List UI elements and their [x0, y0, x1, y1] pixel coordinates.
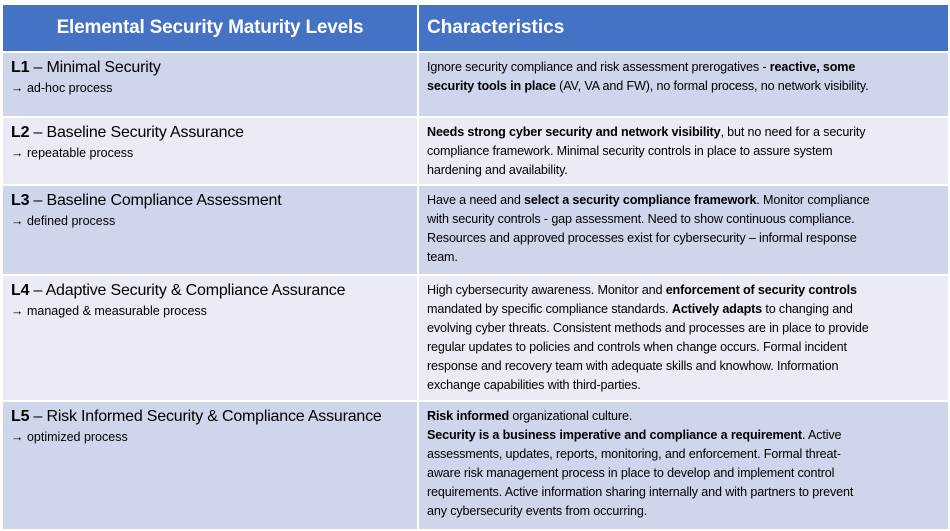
characteristics-emphasis: security tools in place [427, 79, 556, 93]
characteristics-text: hardening and availability. [427, 163, 568, 177]
characteristics-text: requirements. Active information sharing… [427, 485, 854, 499]
characteristics-text: mandated by specific compliance standard… [427, 302, 672, 316]
characteristics-text: response and recovery team with adequate… [427, 359, 839, 373]
characteristics-line: security tools in place (AV, VA and FW),… [427, 77, 941, 96]
characteristics-text: with security controls - gap assessment.… [427, 212, 855, 226]
characteristics-emphasis: Security is a business imperative and co… [427, 428, 802, 442]
characteristics-cell: Ignore security compliance and risk asse… [417, 51, 950, 118]
table-header-row: Elemental Security Maturity Levels Chara… [1, 3, 950, 53]
header-levels: Elemental Security Maturity Levels [1, 3, 419, 53]
characteristics-line: Ignore security compliance and risk asse… [427, 58, 941, 77]
level-name: – Baseline Security Assurance [29, 124, 245, 141]
characteristics-text: Ignore security compliance and risk asse… [427, 60, 770, 74]
characteristics-text: exchange capabilities with third-parties… [427, 378, 641, 392]
maturity-levels-table: Elemental Security Maturity Levels Chara… [1, 3, 950, 531]
characteristics-cell: Needs strong cyber security and network … [417, 116, 950, 186]
characteristics-emphasis: enforcement of security controls [665, 283, 857, 297]
characteristics-text: . Monitor compliance [756, 193, 870, 207]
characteristics-line: any cybersecurity events from occurring. [427, 502, 941, 521]
level-cell: L4 – Adaptive Security & Compliance Assu… [1, 274, 419, 402]
characteristics-cell: Have a need and select a security compli… [417, 184, 950, 276]
characteristics-line: High cybersecurity awareness. Monitor an… [427, 281, 941, 300]
level-process: → defined process [11, 214, 116, 228]
level-code: L1 [11, 59, 30, 76]
level-title: L3 – Baseline Compliance Assessment [11, 190, 409, 212]
level-title: L2 – Baseline Security Assurance [11, 122, 409, 144]
characteristics-line: compliance framework. Minimal security c… [427, 142, 941, 161]
table-row-l3: L3 – Baseline Compliance Assessment → de… [1, 184, 950, 276]
level-cell: L1 – Minimal Security → ad-hoc process [1, 51, 419, 118]
table-row-l4: L4 – Adaptive Security & Compliance Assu… [1, 274, 950, 402]
table-row-l2: L2 – Baseline Security Assurance → repea… [1, 116, 950, 186]
level-code: L4 [11, 282, 30, 299]
characteristics-line: Needs strong cyber security and network … [427, 123, 941, 142]
header-characteristics: Characteristics [417, 3, 950, 53]
characteristics-line: mandated by specific compliance standard… [427, 300, 941, 319]
level-title: L5 – Risk Informed Security & Compliance… [11, 406, 409, 428]
characteristics-text: , but no need for a security [720, 125, 866, 139]
characteristics-text: team. [427, 250, 458, 264]
level-code: L2 [11, 124, 30, 141]
characteristics-emphasis: reactive, some [769, 60, 856, 74]
table-row-l5: L5 – Risk Informed Security & Compliance… [1, 400, 950, 531]
characteristics-line: team. [427, 248, 941, 267]
table-row-l1: L1 – Minimal Security → ad-hoc process I… [1, 51, 950, 118]
characteristics-cell: Risk informed organizational culture. Sec… [417, 400, 950, 531]
level-process: → optimized process [11, 430, 128, 444]
level-name: – Adaptive Security & Compliance Assuran… [29, 282, 346, 299]
characteristics-line: regular updates to policies and controls… [427, 338, 941, 357]
level-name: – Minimal Security [29, 59, 161, 76]
characteristics-text: organizational culture. [509, 409, 633, 423]
characteristics-line: Risk informed organizational culture. [427, 407, 941, 426]
characteristics-emphasis: Needs strong cyber security and network … [427, 125, 721, 139]
level-title: L1 – Minimal Security [11, 57, 409, 79]
characteristics-line: requirements. Active information sharing… [427, 483, 941, 502]
level-code: L5 [11, 408, 30, 425]
level-cell: L3 – Baseline Compliance Assessment → de… [1, 184, 419, 276]
characteristics-text: to changing and [762, 302, 853, 316]
characteristics-line: Have a need and select a security compli… [427, 191, 941, 210]
level-process: → repeatable process [11, 146, 134, 160]
characteristics-line: exchange capabilities with third-parties… [427, 376, 941, 395]
characteristics-emphasis: Risk informed [427, 409, 510, 423]
characteristics-text: regular updates to policies and controls… [427, 340, 847, 354]
characteristics-line: Security is a business imperative and co… [427, 426, 941, 445]
characteristics-line: response and recovery team with adequate… [427, 357, 941, 376]
level-cell: L5 – Risk Informed Security & Compliance… [1, 400, 419, 531]
characteristics-line: assessments, updates, reports, monitorin… [427, 445, 941, 464]
characteristics-line: hardening and availability. [427, 161, 941, 180]
characteristics-text: aware risk management process in place t… [427, 466, 835, 480]
characteristics-line: aware risk management process in place t… [427, 464, 941, 483]
level-title: L4 – Adaptive Security & Compliance Assu… [11, 280, 409, 302]
characteristics-text: Have a need and [427, 193, 525, 207]
characteristics-emphasis: Actively adapts [671, 302, 763, 316]
characteristics-text: evolving cyber threats. Consistent metho… [427, 321, 869, 335]
level-process: → managed & measurable process [11, 304, 207, 318]
level-code: L3 [11, 192, 30, 209]
characteristics-emphasis: select a security compliance framework [524, 193, 757, 207]
characteristics-line: with security controls - gap assessment.… [427, 210, 941, 229]
characteristics-text: High cybersecurity awareness. Monitor an… [427, 283, 666, 297]
characteristics-line: Resources and approved processes exist f… [427, 229, 941, 248]
characteristics-text: (AV, VA and FW), no formal process, no n… [555, 79, 869, 93]
characteristics-cell: High cybersecurity awareness. Monitor an… [417, 274, 950, 402]
level-process: → ad-hoc process [11, 81, 113, 95]
characteristics-text: any cybersecurity events from occurring. [427, 504, 648, 518]
characteristics-text: assessments, updates, reports, monitorin… [427, 447, 841, 461]
characteristics-text: compliance framework. Minimal security c… [427, 144, 833, 158]
characteristics-text: . Active [801, 428, 842, 442]
level-cell: L2 – Baseline Security Assurance → repea… [1, 116, 419, 186]
characteristics-line: evolving cyber threats. Consistent metho… [427, 319, 941, 338]
characteristics-text: Resources and approved processes exist f… [427, 231, 857, 245]
level-name: – Risk Informed Security & Compliance As… [29, 408, 382, 425]
level-name: – Baseline Compliance Assessment [29, 192, 282, 209]
